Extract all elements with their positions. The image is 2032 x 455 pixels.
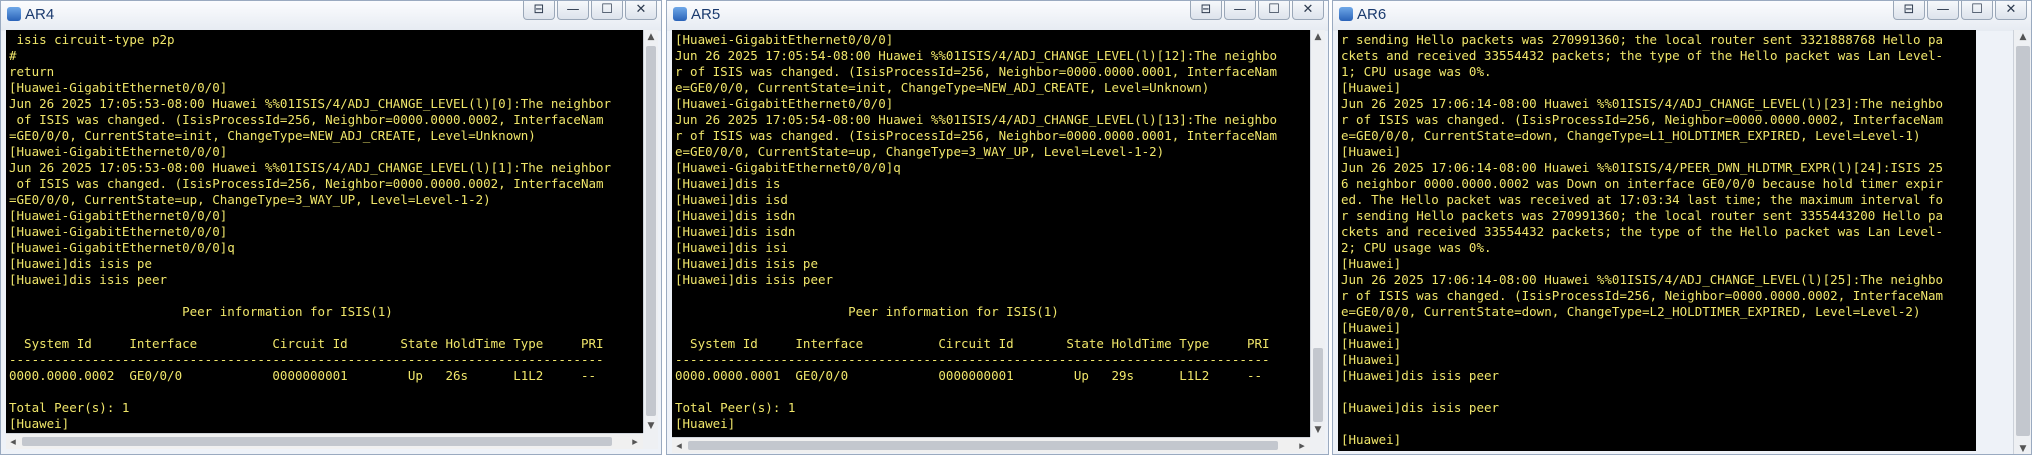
- scroll-down-arrow-icon[interactable]: ▼: [1311, 423, 1325, 437]
- close-button[interactable]: ✕: [625, 1, 657, 20]
- minimize-button[interactable]: —: [557, 1, 589, 20]
- restore-layout-button[interactable]: ⊟: [523, 1, 555, 20]
- resize-grip-icon[interactable]: [1310, 437, 1325, 453]
- window-title: AR5: [691, 6, 721, 23]
- scroll-thumb[interactable]: [646, 46, 656, 416]
- close-button[interactable]: ✕: [1292, 1, 1324, 20]
- vertical-scrollbar[interactable]: ▲ ▼: [643, 30, 658, 433]
- scroll-left-arrow-icon[interactable]: ◂: [6, 434, 20, 450]
- horizontal-scrollbar[interactable]: ◂ ▸: [6, 433, 658, 449]
- scroll-thumb[interactable]: [2016, 46, 2030, 436]
- scroll-up-arrow-icon[interactable]: ▲: [2014, 30, 2031, 44]
- titlebar-ar5[interactable]: AR5 ⊟ — ☐ ✕: [667, 1, 1328, 31]
- scroll-down-arrow-icon[interactable]: ▼: [644, 419, 658, 433]
- hscroll-thumb[interactable]: [688, 441, 1278, 450]
- titlebar-ar4[interactable]: AR4 ⊟ — ☐ ✕: [1, 1, 661, 31]
- window-title: AR4: [25, 6, 55, 23]
- terminal-text: r sending Hello packets was 270991360; t…: [1341, 32, 1944, 447]
- vertical-scrollbar[interactable]: ▲ ▼: [2013, 30, 2031, 454]
- scroll-up-arrow-icon[interactable]: ▲: [644, 30, 658, 44]
- terminal-app-icon: [7, 7, 21, 21]
- scroll-right-arrow-icon[interactable]: ▸: [628, 434, 642, 450]
- resize-grip-icon[interactable]: [643, 433, 658, 449]
- scroll-left-arrow-icon[interactable]: ◂: [672, 438, 686, 454]
- restore-layout-button[interactable]: ⊟: [1190, 1, 1222, 20]
- terminal-text: isis circuit-type p2p # return [Huawei-G…: [9, 32, 612, 431]
- horizontal-scrollbar[interactable]: ◂ ▸: [672, 437, 1325, 453]
- terminal-app-icon: [673, 7, 687, 21]
- restore-layout-button[interactable]: ⊟: [1893, 1, 1925, 20]
- minimize-button[interactable]: —: [1224, 1, 1256, 20]
- terminal-output[interactable]: r sending Hello packets was 270991360; t…: [1338, 30, 1976, 451]
- window-ar5[interactable]: AR5 ⊟ — ☐ ✕ [Huawei-GigabitEthernet0/0/0…: [666, 0, 1329, 455]
- close-button[interactable]: ✕: [1995, 1, 2027, 20]
- maximize-button[interactable]: ☐: [591, 1, 623, 20]
- terminal-output[interactable]: isis circuit-type p2p # return [Huawei-G…: [6, 30, 643, 433]
- window-title: AR6: [1357, 6, 1387, 23]
- terminal-output[interactable]: [Huawei-GigabitEthernet0/0/0] Jun 26 202…: [672, 30, 1310, 437]
- window-ar6[interactable]: AR6 ⊟ — ☐ ✕ r sending Hello packets was …: [1332, 0, 2032, 455]
- hscroll-thumb[interactable]: [22, 437, 612, 446]
- scroll-thumb[interactable]: [1313, 348, 1323, 422]
- minimize-button[interactable]: —: [1927, 1, 1959, 20]
- scroll-up-arrow-icon[interactable]: ▲: [1311, 30, 1325, 44]
- terminal-app-icon: [1339, 7, 1353, 21]
- maximize-button[interactable]: ☐: [1961, 1, 1993, 20]
- vertical-scrollbar[interactable]: ▲ ▼: [1310, 30, 1325, 437]
- titlebar-ar6[interactable]: AR6 ⊟ — ☐ ✕: [1333, 1, 2031, 31]
- maximize-button[interactable]: ☐: [1258, 1, 1290, 20]
- scroll-right-arrow-icon[interactable]: ▸: [1295, 438, 1309, 454]
- window-ar4[interactable]: AR4 ⊟ — ☐ ✕ isis circuit-type p2p # retu…: [0, 0, 662, 455]
- scroll-down-arrow-icon[interactable]: ▼: [2014, 442, 2031, 454]
- terminal-text: [Huawei-GigabitEthernet0/0/0] Jun 26 202…: [675, 32, 1278, 431]
